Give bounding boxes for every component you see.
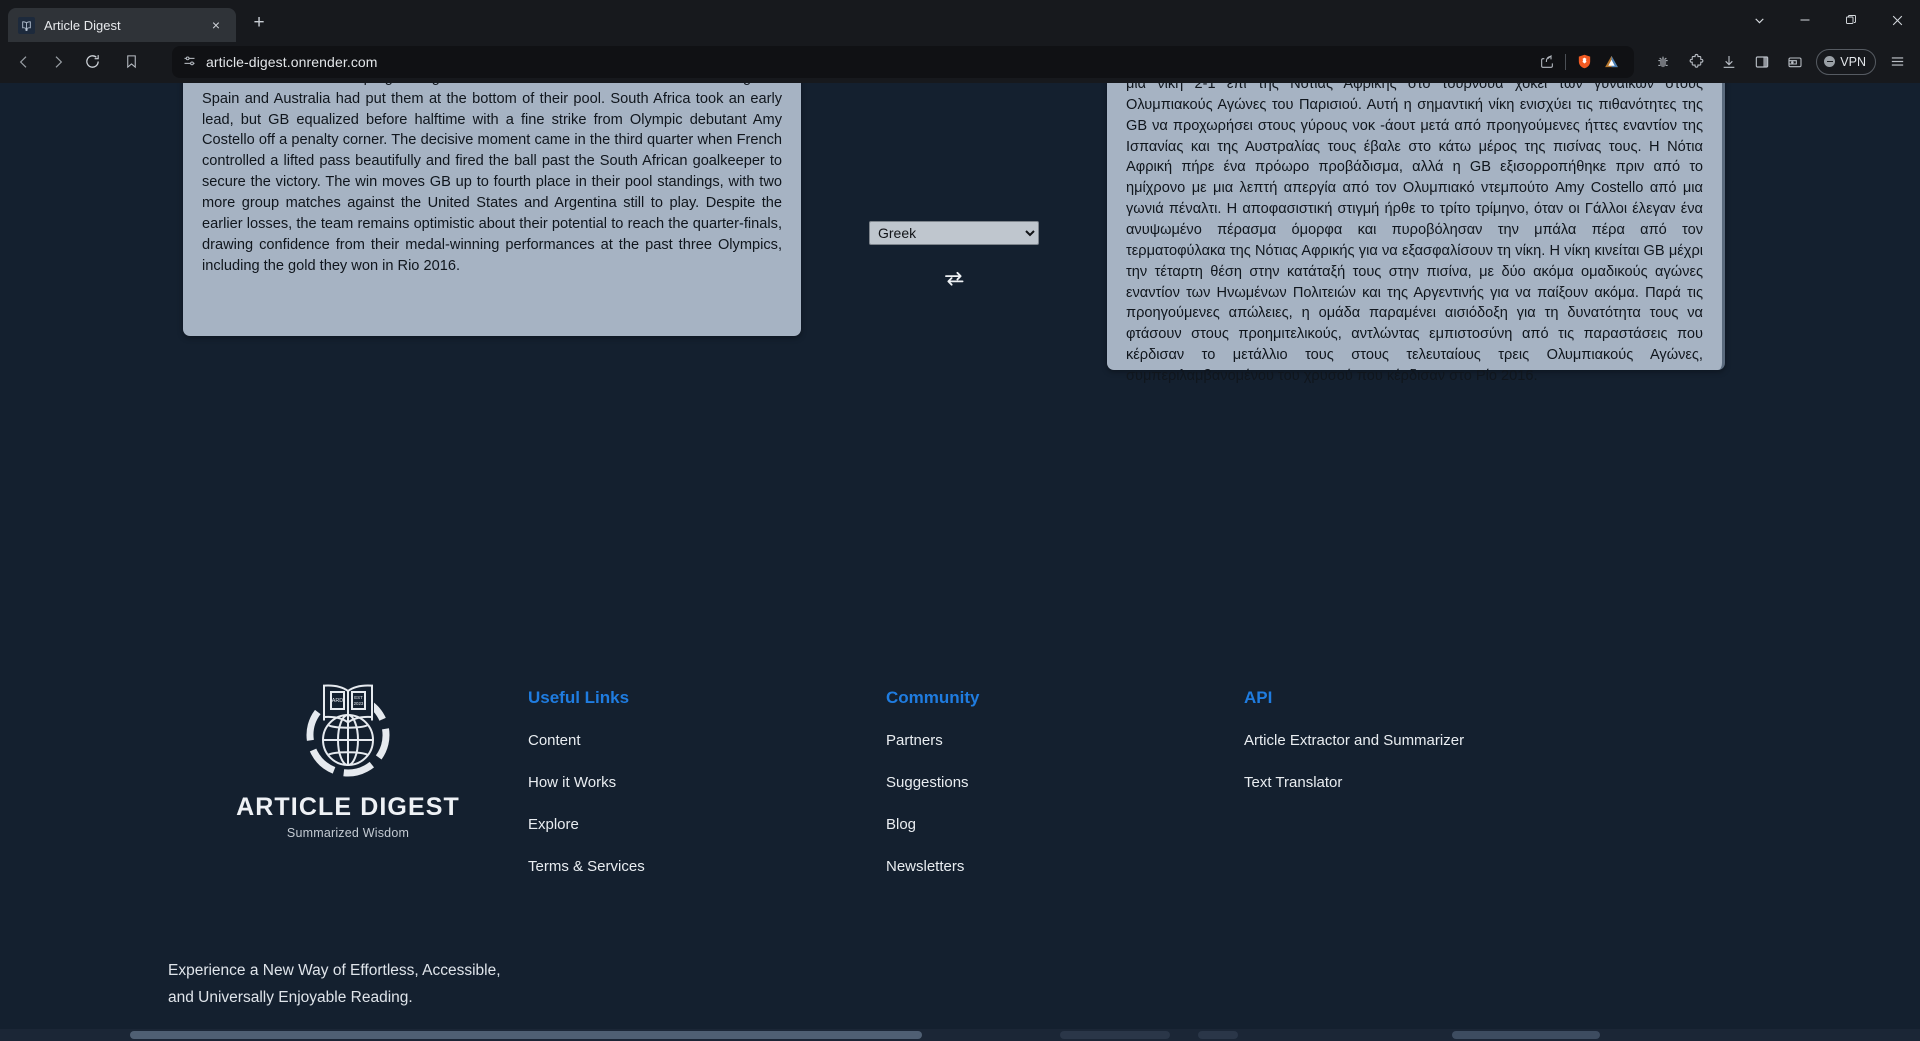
footer-link-newsletters[interactable]: Newsletters <box>886 858 1244 875</box>
scrollbar-track-segment <box>1060 1031 1170 1039</box>
logo-tagline: Summarized Wisdom <box>286 826 410 840</box>
restore-icon[interactable] <box>1828 0 1874 40</box>
scrollbar-track-segment <box>1452 1031 1600 1039</box>
footer-link-blog[interactable]: Blog <box>886 816 1244 833</box>
column-title: API <box>1244 688 1273 707</box>
footer-column-community: Community Partners Suggestions Blog News… <box>886 603 1244 900</box>
address-bar-actions <box>1539 53 1624 70</box>
navigation-toolbar: article-digest.onrender.com VPN <box>0 40 1920 83</box>
footer-tagline: Experience a New Way of Effortless, Acce… <box>168 958 1752 1011</box>
footer-logo: ARD EST 2023 ARTICLE DIGEST Summarized W… <box>168 603 528 840</box>
footer-link-how-it-works[interactable]: How it Works <box>528 774 886 791</box>
url-text: article-digest.onrender.com <box>206 53 378 70</box>
article-digest-logo-icon: ARD EST 2023 <box>306 681 390 777</box>
close-window-icon[interactable] <box>1874 0 1920 40</box>
footer-link-explore[interactable]: Explore <box>528 816 886 833</box>
vpn-status-dot <box>1824 56 1836 67</box>
address-bar[interactable]: article-digest.onrender.com <box>172 45 1635 78</box>
book-favicon <box>18 16 35 34</box>
horizontal-scrollbar[interactable] <box>0 1029 1920 1041</box>
browser-window: Article Digest × + article-digest.onrend… <box>0 0 1920 1041</box>
translation-controls: GreekEnglishFrenchSpanishGermanArabicHin… <box>868 221 1040 292</box>
extensions-icon[interactable] <box>1681 47 1711 77</box>
tab-title: Article Digest <box>44 17 121 33</box>
tagline-line-2: and Universally Enjoyable Reading. <box>168 988 413 1006</box>
downloads-icon[interactable] <box>1714 47 1744 77</box>
footer-link-partners[interactable]: Partners <box>886 732 1244 749</box>
divider <box>1565 53 1567 70</box>
hamburger-menu-icon[interactable] <box>1882 47 1912 77</box>
footer-column-api: API Article Extractor and Summarizer Tex… <box>1244 603 1564 816</box>
forward-icon[interactable] <box>42 46 74 78</box>
translation-panels: Africa in the women's hockey tournament … <box>0 83 1920 503</box>
column-title: Useful Links <box>528 688 630 707</box>
footer-link-article-extractor[interactable]: Article Extractor and Summarizer <box>1244 732 1564 749</box>
scrollbar-track-segment <box>1198 1031 1238 1039</box>
wallet-icon[interactable] <box>1780 47 1810 77</box>
footer-link-terms-services[interactable]: Terms & Services <box>528 858 886 875</box>
swap-languages-icon[interactable] <box>937 264 971 292</box>
footer-column-useful-links: Useful Links Content How it Works Explor… <box>528 603 886 900</box>
browser-tab[interactable]: Article Digest × <box>8 8 236 42</box>
site-footer: ARD EST 2023 ARTICLE DIGEST Summarized W… <box>0 603 1920 1041</box>
translated-text-panel[interactable]: μια νίκη 2-1 επί της Νότιας Αφρικής στο … <box>1107 83 1725 384</box>
footer-link-text-translator[interactable]: Text Translator <box>1244 774 1564 791</box>
tune-icon[interactable] <box>182 54 197 69</box>
sidebar-icon[interactable] <box>1747 47 1777 77</box>
footer-link-suggestions[interactable]: Suggestions <box>886 774 1244 791</box>
translated-text: μια νίκη 2-1 επί της Νότιας Αφρικής στο … <box>1126 83 1703 385</box>
svg-text:EST: EST <box>354 695 363 700</box>
window-controls <box>1736 0 1920 40</box>
brave-rewards-icon[interactable] <box>1603 53 1620 70</box>
bookmark-icon[interactable] <box>116 47 146 77</box>
tab-strip: Article Digest × + <box>0 0 1920 42</box>
column-title: Community <box>886 688 980 707</box>
source-text-panel[interactable]: Africa in the women's hockey tournament … <box>183 83 801 336</box>
logo-name: ARTICLE DIGEST <box>236 793 460 821</box>
svg-text:ARD: ARD <box>332 698 343 704</box>
address-bar-container: article-digest.onrender.com <box>116 45 1635 78</box>
footer-link-content[interactable]: Content <box>528 732 886 749</box>
language-select[interactable]: GreekEnglishFrenchSpanishGermanArabicHin… <box>869 221 1039 245</box>
tab-search-icon[interactable] <box>1736 0 1782 40</box>
svg-text:2023: 2023 <box>354 701 364 706</box>
bug-icon[interactable] <box>1648 47 1678 77</box>
vpn-button[interactable]: VPN <box>1816 48 1876 75</box>
toolbar-actions: VPN <box>1642 47 1912 77</box>
new-tab-button[interactable]: + <box>244 8 274 38</box>
brave-shield-icon[interactable] <box>1576 53 1593 70</box>
reload-icon[interactable] <box>76 46 108 78</box>
back-icon[interactable] <box>8 46 40 78</box>
scrollbar-thumb[interactable] <box>130 1031 922 1039</box>
share-icon[interactable] <box>1539 54 1555 70</box>
source-text: Africa in the women's hockey tournament … <box>202 83 782 274</box>
close-icon[interactable]: × <box>206 15 226 35</box>
page-viewport: Africa in the women's hockey tournament … <box>0 83 1920 1041</box>
vpn-label: VPN <box>1840 54 1866 69</box>
footer-columns: ARD EST 2023 ARTICLE DIGEST Summarized W… <box>168 603 1752 900</box>
tagline-line-1: Experience a New Way of Effortless, Acce… <box>168 962 501 979</box>
minimize-icon[interactable] <box>1782 0 1828 40</box>
